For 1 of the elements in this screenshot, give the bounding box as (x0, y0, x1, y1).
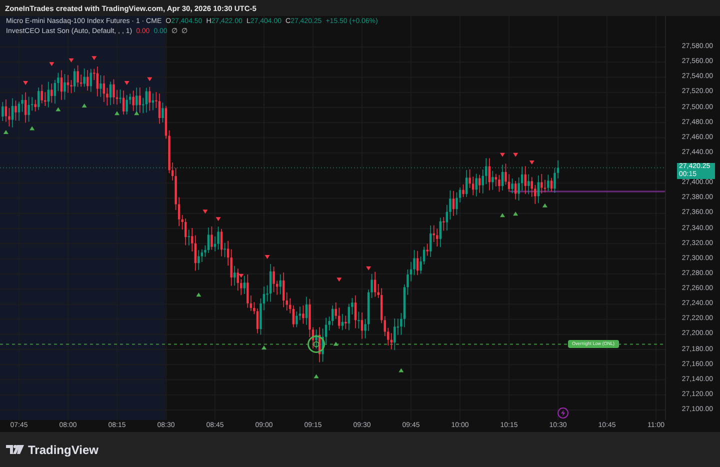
logo-text: TradingView (28, 442, 98, 456)
